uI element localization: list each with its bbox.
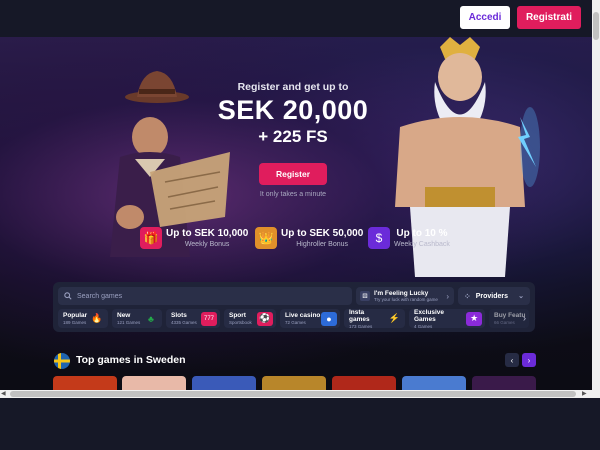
grid-icon: ⁘ xyxy=(464,291,471,301)
bonus-caption: Weekly Cashback xyxy=(394,241,450,248)
bonus-caption: Weekly Bonus xyxy=(184,241,230,248)
feeling-lucky-button[interactable]: ⚄ I'm Feeling Lucky Try your luck with r… xyxy=(356,287,454,305)
category-sport[interactable]: Sport Sportsbook ⚽ xyxy=(224,309,276,328)
clover-icon: ♣ xyxy=(148,313,154,324)
weekly-cashback: $ Up to 10 % Weekly Cashback xyxy=(368,227,450,249)
promo-note: It only takes a minute xyxy=(259,191,327,198)
horizontal-scrollbar-thumb[interactable] xyxy=(10,391,576,397)
category-count: 66 Games xyxy=(494,320,515,325)
search-input[interactable]: Search games xyxy=(58,287,352,305)
category-exclusive-games[interactable]: Exclusive Games 4 Games ★ xyxy=(409,308,485,329)
vertical-scrollbar[interactable] xyxy=(592,0,600,390)
chip-icon: ● xyxy=(321,311,337,326)
cashback-icon: $ xyxy=(368,227,390,249)
top-bar: Accedi Registrati xyxy=(0,0,600,37)
lucky-subtitle: Try your luck with random game xyxy=(374,297,438,302)
chevron-right-icon[interactable]: › xyxy=(523,313,526,323)
highroller-bonus: 👑 Up to SEK 50,000 Highroller Bonus xyxy=(255,227,363,249)
game-thumbnail[interactable] xyxy=(122,376,186,390)
category-name: Slots xyxy=(171,312,187,319)
category-popular[interactable]: Popular 189 Games 🔥 xyxy=(58,309,108,328)
hero-banner: Register and get up to SEK 20,000 + 225 … xyxy=(0,37,592,390)
providers-dropdown[interactable]: ⁘ Providers ⌄ xyxy=(458,287,530,305)
game-thumbnail[interactable] xyxy=(53,376,117,390)
crown-gift-icon: 👑 xyxy=(255,227,277,249)
category-count: 121 Games xyxy=(117,320,141,325)
category-count: 189 Games xyxy=(63,320,87,325)
game-thumbnail[interactable] xyxy=(192,376,256,390)
promo-free-spins: + 225 FS xyxy=(258,127,328,146)
category-count: Sportsbook xyxy=(229,320,252,325)
bonus-title: Up to SEK 50,000 xyxy=(281,228,364,239)
weekly-bonus: 🎁 Up to SEK 10,000 Weekly Bonus xyxy=(140,227,248,249)
game-thumbnail[interactable] xyxy=(472,376,536,390)
bonus-title: Up to 10 % xyxy=(396,228,448,239)
hero-register-button[interactable]: Register xyxy=(259,163,327,185)
category-name: Sport xyxy=(229,312,246,319)
search-icon xyxy=(64,292,72,300)
category-insta-games[interactable]: Insta games 173 Games ⚡ xyxy=(344,308,405,329)
vertical-scrollbar-thumb[interactable] xyxy=(593,12,599,40)
ball-icon: ⚽ xyxy=(257,311,273,326)
category-name: New xyxy=(117,312,131,319)
promo-subtitle: Register and get up to xyxy=(237,81,349,93)
game-thumbnail[interactable] xyxy=(402,376,466,390)
scroll-left-icon[interactable]: ◀ xyxy=(1,390,6,397)
game-thumbnail[interactable] xyxy=(262,376,326,390)
category-count: 4335 Games xyxy=(171,320,197,325)
promo-amount: SEK 20,000 xyxy=(217,95,369,125)
game-thumbnail[interactable] xyxy=(332,376,396,390)
bonus-caption: Highroller Bonus xyxy=(296,241,348,248)
category-name: Buy Featu xyxy=(494,312,526,319)
category-name: Exclusive Games xyxy=(414,308,444,323)
category-name: Insta games xyxy=(349,308,370,323)
scroll-right-icon[interactable]: ▶ xyxy=(582,390,587,397)
chevron-right-icon: › xyxy=(446,291,449,301)
star-icon: ★ xyxy=(466,311,482,326)
lucky-title: I'm Feeling Lucky xyxy=(374,290,429,297)
providers-label: Providers xyxy=(475,292,508,300)
page-below-area xyxy=(0,398,600,450)
flame-icon: 🔥 xyxy=(91,313,103,323)
chevron-down-icon: ⌄ xyxy=(518,293,524,300)
category-name: Popular xyxy=(63,312,88,319)
category-slots[interactable]: Slots 4335 Games 777 xyxy=(166,309,220,328)
sweden-flag-icon xyxy=(54,353,70,369)
lightning-icon: ⚡ xyxy=(388,313,400,323)
slot-machine-icon: 777 xyxy=(201,311,217,326)
category-count: 4 Games xyxy=(414,323,433,329)
register-button[interactable]: Registrati xyxy=(517,6,581,29)
carousel-prev-button[interactable]: ‹ xyxy=(505,353,519,367)
top-games-title: Top games in Sweden xyxy=(76,354,186,366)
category-new[interactable]: New 121 Games ♣ xyxy=(112,309,162,328)
dice-icon: ⚄ xyxy=(360,291,370,301)
category-name: Live casino xyxy=(285,312,321,319)
gift-icon: 🎁 xyxy=(140,227,162,249)
login-button[interactable]: Accedi xyxy=(460,6,510,29)
search-placeholder: Search games xyxy=(77,292,123,300)
cowboy-hat-image xyxy=(125,71,189,103)
carousel-next-button[interactable]: › xyxy=(522,353,536,367)
category-live-casino[interactable]: Live casino 72 Games ● xyxy=(280,309,340,328)
category-count: 173 Games xyxy=(349,323,373,329)
bonus-title: Up to SEK 10,000 xyxy=(166,228,249,239)
category-count: 72 Games xyxy=(285,320,306,325)
